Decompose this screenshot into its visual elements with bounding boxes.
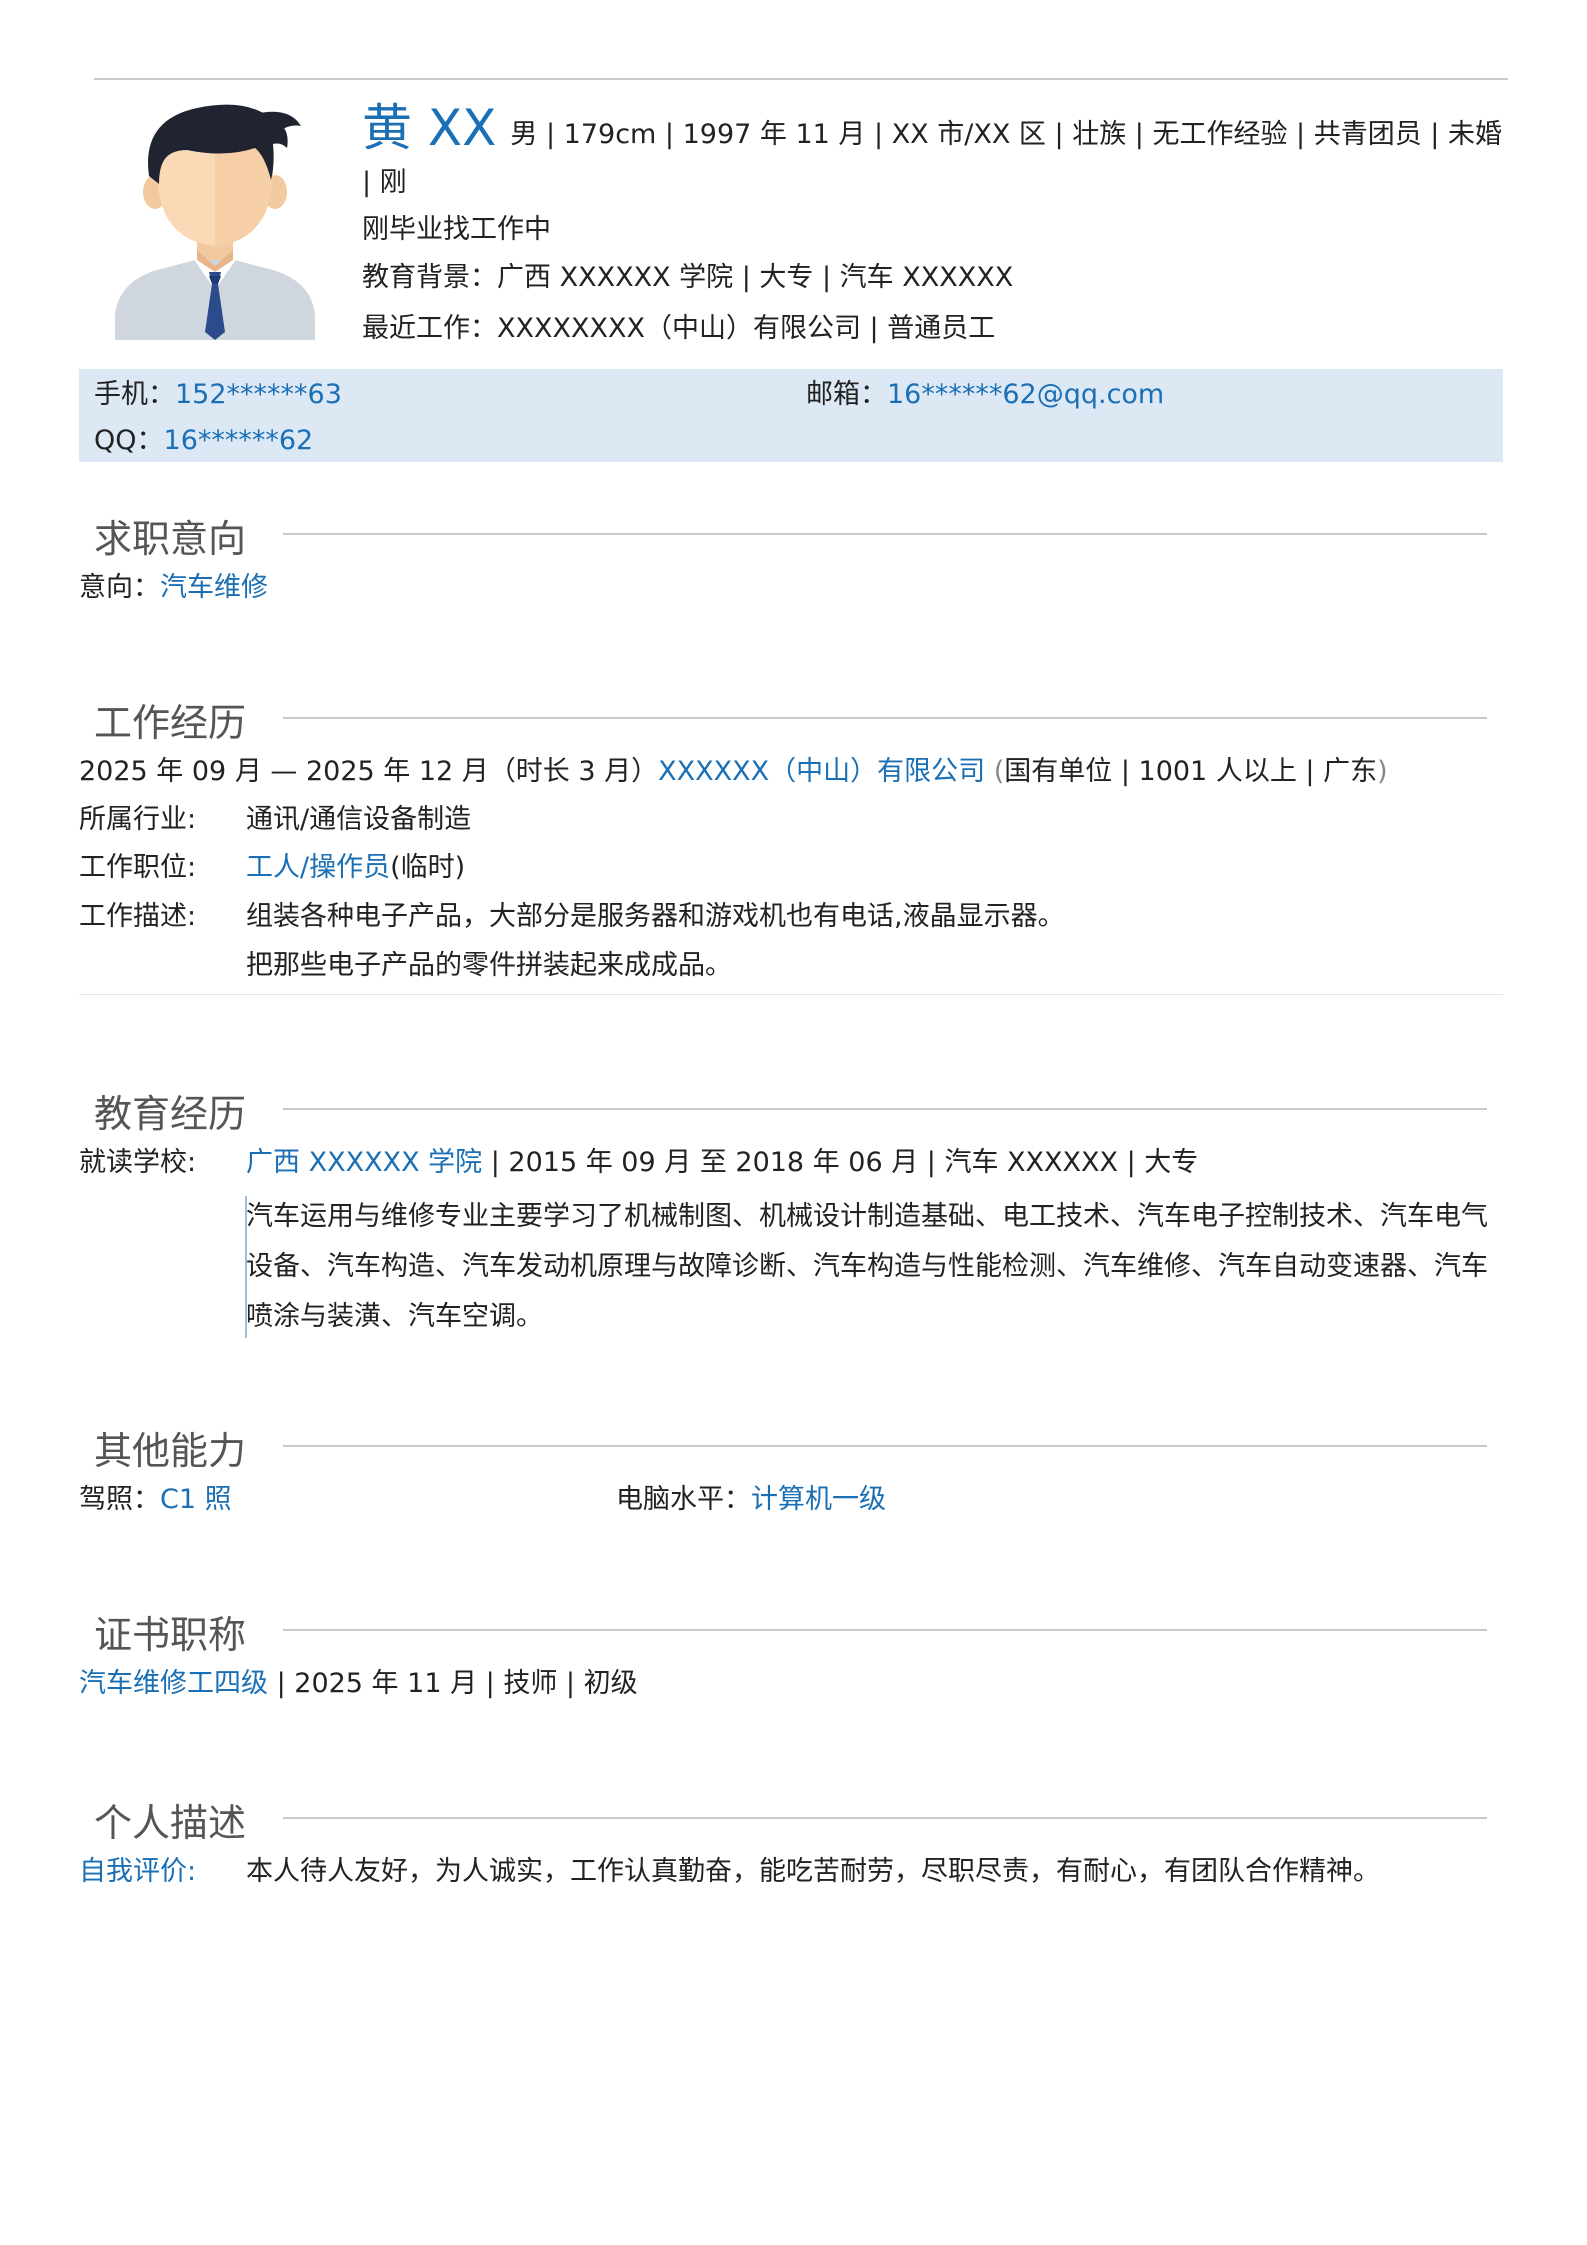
qq-value[interactable]: 16******62 [164,425,314,456]
license-value: C1 照 [160,1484,232,1515]
recent-work-value: XXXXXXXX（中山）有限公司 | 普通员工 [497,313,996,344]
profile-header: 黄 XX 男 | 179cm | 1997 年 11 月 | XX 市/XX 区 … [362,103,1502,355]
self-eval-value: 本人待人友好，为人诚实，工作认真勤奋，能吃苦耐劳，尽职尽责，有耐心，有团队合作精… [246,1856,1380,1887]
work-meta-close: ) [1377,756,1388,787]
cert-name: 汽车维修工四级 [79,1668,268,1699]
section-title-skills: 其他能力 [94,1429,247,1473]
phone-row: 手机：152******63 [94,373,342,417]
summary-line: 黄 XX 男 | 179cm | 1997 年 11 月 | XX 市/XX 区 … [362,103,1502,207]
work-period: 2025 年 09 月 — 2025 年 12 月（时长 3 月） [79,756,659,787]
intent-value: 汽车维修 [160,572,268,603]
position-value: 工人/操作员 [246,852,391,883]
email-row: 邮箱：16******62@qq.com [806,373,1164,417]
section-title-work: 工作经历 [94,701,247,745]
section-rule-education [283,1108,1487,1110]
position-note: (临时) [390,852,466,883]
summary-continuation: 刚毕业找工作中 [362,214,551,245]
resume-page: 黄 XX 男 | 179cm | 1997 年 11 月 | XX 市/XX 区 … [0,0,1587,2245]
license-label: 驾照： [79,1484,160,1515]
work-desc-label: 工作描述: [79,901,197,932]
intent-label: 意向： [79,572,160,603]
recent-work-summary: 最近工作：XXXXXXXX（中山）有限公司 | 普通员工 [362,303,1502,355]
computer-value: 计算机一级 [751,1484,886,1515]
contact-panel: 手机：152******63 邮箱：16******62@qq.com QQ：1… [79,369,1503,462]
intent-row: 意向：汽车维修 [79,568,268,608]
self-eval-label: 自我评价: [79,1856,197,1887]
section-rule-certs [283,1629,1487,1631]
school-label: 就读学校: [79,1147,197,1178]
position-label: 工作职位: [79,852,197,883]
recent-work-label: 最近工作： [362,313,497,344]
work-company: XXXXXX（中山）有限公司 [658,756,986,787]
section-rule-personal [283,1817,1487,1819]
section-rule-intent [283,533,1487,535]
top-divider [94,78,1508,80]
section-rule-work [283,717,1487,719]
cert-meta: | 2025 年 11 月 | 技师 | 初级 [268,1668,638,1699]
industry-value: 通讯/通信设备制造 [246,804,472,835]
education-summary: 教育背景：广西 XXXXXX 学院 | 大专 | 汽车 XXXXXX [362,253,1502,303]
male-avatar-icon [115,104,315,340]
section-title-certs: 证书职称 [94,1613,247,1657]
license-row: 驾照：C1 照 [79,1480,232,1520]
education-value: 广西 XXXXXX 学院 | 大专 | 汽车 XXXXXX [497,262,1014,293]
industry-label: 所属行业: [79,804,197,835]
school-name: 广西 XXXXXX 学院 [246,1147,483,1178]
qq-row: QQ：16******62 [94,419,313,463]
email-value[interactable]: 16******62@qq.com [887,379,1164,410]
section-title-intent: 求职意向 [94,517,247,561]
cert-row: 汽车维修工四级 | 2025 年 11 月 | 技师 | 初级 [79,1664,638,1704]
qq-label: QQ： [94,425,164,456]
school-meta: | 2015 年 09 月 至 2018 年 06 月 | 汽车 XXXXXX … [482,1147,1199,1178]
email-label: 邮箱： [806,379,887,410]
education-description: 汽车运用与维修专业主要学习了机械制图、机械设计制造基础、电工技术、汽车电子控制技… [246,1201,1488,1332]
education-label: 教育背景： [362,262,497,293]
computer-row: 电脑水平：计算机一级 [616,1480,886,1520]
section-title-education: 教育经历 [94,1092,247,1136]
work-company-meta: 国有单位 | 1001 人以上 | 广东 [1004,756,1378,787]
section-title-personal: 个人描述 [94,1801,247,1845]
section-rule-skills [283,1445,1487,1447]
summary-text: 男 | 179cm | 1997 年 11 月 | XX 市/XX 区 | 壮族… [362,119,1502,198]
position-row: 工人/操作员(临时) [246,848,465,888]
work-meta-open: ( [985,756,1005,787]
phone-label: 手机： [94,379,175,410]
work-header-row: 2025 年 09 月 — 2025 年 12 月（时长 3 月）XXXXXX（… [79,752,1388,792]
candidate-name: 黄 XX [362,99,497,157]
work-desc-line1: 组装各种电子产品，大部分是服务器和游戏机也有电话,液晶显示器。 [246,901,1065,932]
phone-value[interactable]: 152******63 [175,379,342,410]
work-end-divider [79,994,1503,995]
computer-label: 电脑水平： [616,1484,751,1515]
work-desc-line2: 把那些电子产品的零件拼装起来成成品。 [246,950,732,981]
school-row: 广西 XXXXXX 学院 | 2015 年 09 月 至 2018 年 06 月… [246,1143,1198,1183]
